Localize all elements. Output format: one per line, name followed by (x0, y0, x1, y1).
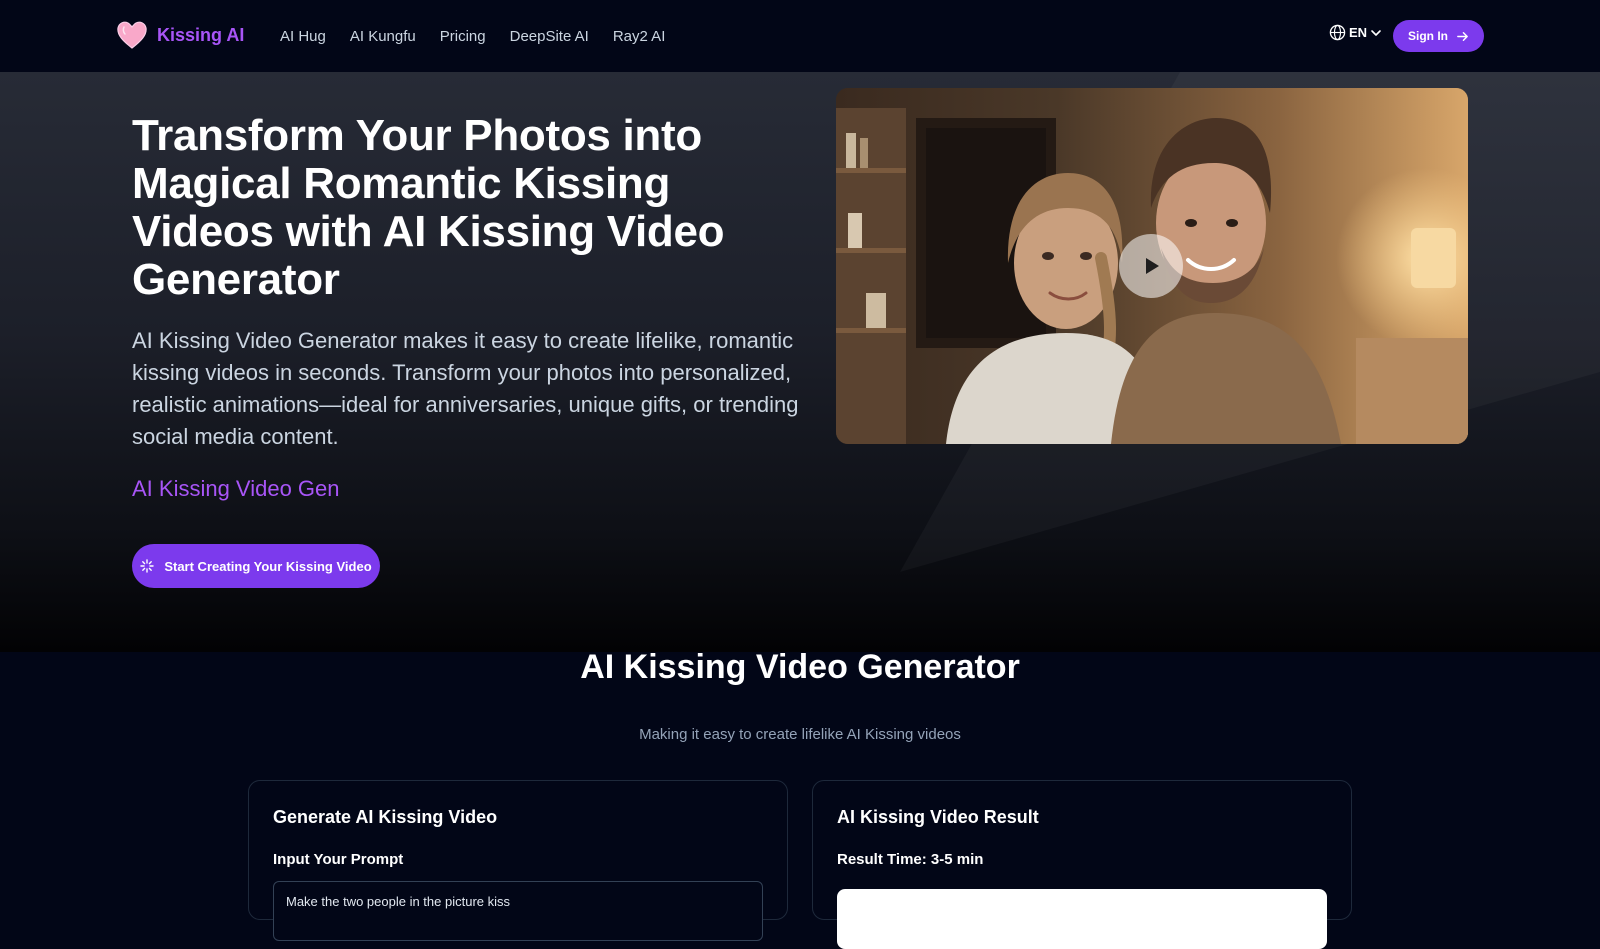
hero-title: Transform Your Photos into Magical Roman… (132, 111, 725, 304)
result-time-label: Result Time: 3-5 min (837, 851, 984, 868)
nav-link-ai-hug[interactable]: AI Hug (280, 28, 326, 45)
hero-video-preview[interactable] (836, 88, 1468, 444)
hero-section: Transform Your Photos into Magical Roman… (0, 72, 1600, 652)
language-label: EN (1349, 25, 1368, 40)
play-button[interactable] (1119, 234, 1183, 298)
prompt-label: Input Your Prompt (273, 851, 404, 868)
start-creating-button[interactable]: Start Creating Your Kissing Video (132, 544, 380, 588)
sign-in-button[interactable]: Sign In (1393, 20, 1484, 52)
nav-link-deepsite-ai[interactable]: DeepSite AI (510, 28, 589, 45)
nav-links: AI Hug AI Kungfu Pricing DeepSite AI Ray… (280, 0, 665, 72)
brand-name: Kissing AI (157, 24, 245, 45)
sign-in-label: Sign In (1408, 29, 1448, 43)
chevron-down-icon (1371, 29, 1381, 36)
video-result-card: AI Kissing Video Result Result Time: 3-5… (812, 780, 1352, 949)
sparkle-icon (140, 559, 155, 573)
hero-description: AI Kissing Video Generator makes it easy… (132, 328, 799, 449)
hero-tagline: AI Kissing Video Gen (132, 476, 340, 501)
nav-link-pricing[interactable]: Pricing (440, 28, 486, 45)
nav-link-ai-kungfu[interactable]: AI Kungfu (350, 28, 416, 45)
nav-link-ray2-ai[interactable]: Ray2 AI (613, 28, 666, 45)
top-navbar: Kissing AI AI Hug AI Kungfu Pricing Deep… (0, 0, 1600, 72)
arrow-right-icon (1457, 31, 1468, 41)
result-card-title: AI Kissing Video Result (837, 807, 1039, 827)
language-selector[interactable]: EN (1329, 24, 1382, 41)
brand-home-link[interactable]: Kissing AI (115, 18, 244, 52)
globe-icon (1329, 24, 1346, 41)
prompt-input[interactable]: Make the two people in the picture kiss (273, 881, 763, 941)
generate-video-card: Generate AI Kissing Video Input Your Pro… (248, 780, 788, 941)
result-preview-area (837, 889, 1327, 949)
play-icon (1146, 258, 1159, 274)
heart-logo-icon (117, 21, 147, 49)
generator-section-title: AI Kissing Video Generator (580, 648, 1020, 686)
start-creating-label: Start Creating Your Kissing Video (164, 558, 372, 574)
generate-card-title: Generate AI Kissing Video (273, 807, 498, 827)
generator-section-subtitle: Making it easy to create lifelike AI Kis… (639, 726, 961, 743)
